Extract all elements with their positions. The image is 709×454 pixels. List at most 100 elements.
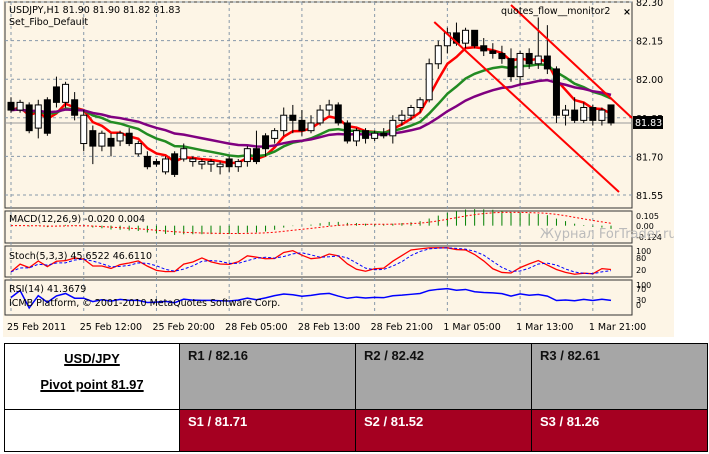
time-tick-label: 1 Mar 13:00 — [516, 322, 573, 333]
price-chart[interactable]: 82.3082.1582.0081.8581.7081.5525 Feb 201… — [3, 0, 677, 337]
time-tick-label: 25 Feb 2011 — [7, 322, 66, 333]
candle-body — [16, 101, 24, 111]
time-tick-label: 25 Feb 12:00 — [80, 322, 142, 333]
current-price-label: 81.83 — [635, 118, 662, 129]
candle-body — [143, 155, 151, 168]
candle-body — [234, 161, 242, 168]
pivot-header-cell: USD/JPY Pivot point 81.97 — [4, 343, 180, 410]
candle-body — [498, 52, 506, 60]
candle-body — [480, 45, 488, 52]
candle-body — [7, 101, 15, 111]
template-name: Set_Fibo_Default — [9, 17, 88, 28]
candle-body — [534, 55, 542, 65]
candle-body — [107, 137, 115, 147]
s2-cell: S2 / 81.52 — [355, 409, 532, 452]
candle-body — [352, 130, 360, 142]
candle-body — [71, 99, 79, 116]
pivot-point-label: Pivot point 81.97 — [40, 377, 144, 392]
candle-body — [25, 104, 33, 132]
candle-body — [280, 114, 288, 132]
candle-body — [489, 50, 497, 54]
candle-body — [198, 161, 206, 165]
candle-body — [216, 163, 224, 168]
candle-body — [52, 86, 60, 103]
candle-body — [543, 55, 551, 70]
candle-body — [343, 122, 351, 142]
r3-cell: R3 / 82.61 — [531, 343, 708, 410]
candle-body — [171, 153, 179, 175]
stoch-scale-label: 80 — [636, 254, 646, 263]
empty-cell — [4, 409, 180, 452]
candle-body — [434, 45, 442, 65]
candle-body — [289, 114, 297, 121]
pivot-table: USD/JPY Pivot point 81.97 R1 / 82.16 R2 … — [4, 343, 708, 452]
time-tick-label: 28 Feb 21:00 — [371, 322, 433, 333]
candle-body — [562, 109, 570, 116]
rsi-scale-label: 0 — [636, 301, 641, 310]
r1-cell: R1 / 82.16 — [179, 343, 356, 410]
price-tick-label: 81.55 — [636, 191, 663, 202]
price-tick-label: 82.15 — [636, 37, 663, 48]
candle-body — [471, 29, 479, 47]
candle-body — [571, 109, 579, 121]
r2-cell: R2 / 82.42 — [355, 343, 532, 410]
candle-body — [380, 132, 388, 137]
candle-body — [271, 130, 279, 139]
candle-body — [462, 29, 470, 44]
candle-body — [62, 83, 70, 103]
candle-body — [607, 104, 615, 124]
candle-body — [298, 119, 306, 132]
candle-body — [580, 107, 588, 121]
candle-body — [125, 132, 133, 145]
pair-label: USD/JPY — [64, 351, 120, 366]
candle-body — [225, 158, 233, 168]
candle-body — [152, 161, 160, 165]
price-tick-label: 82.30 — [636, 0, 663, 9]
candle-body — [162, 158, 170, 173]
candle-body — [243, 148, 251, 163]
candle-body — [516, 52, 524, 78]
candle-body — [389, 119, 397, 137]
chart-canvas[interactable]: 82.3082.1582.0081.8581.7081.5525 Feb 201… — [3, 0, 677, 337]
candle-body — [180, 148, 188, 160]
candle-body — [307, 122, 315, 132]
candle-body — [598, 109, 606, 121]
candle-body — [507, 58, 515, 78]
candle-body — [89, 130, 97, 147]
price-tick-label: 81.70 — [636, 152, 663, 163]
candle-body — [589, 107, 597, 121]
candle-body — [362, 130, 370, 139]
candle-body — [43, 99, 51, 134]
candle-body — [407, 107, 415, 116]
macd-label: MACD(12,26,9) -0.020 0.004 — [9, 214, 145, 225]
candle-body — [425, 63, 433, 101]
stoch-scale-label: 20 — [636, 266, 646, 275]
candle-body — [316, 109, 324, 124]
close-x-icon[interactable]: × — [623, 7, 631, 18]
candle-body — [252, 148, 260, 163]
copyright: ICMB Platform, © 2001-2010 MetaQuotes So… — [9, 298, 280, 309]
candle-body — [398, 114, 406, 121]
time-tick-label: 1 Mar 21:00 — [589, 322, 646, 333]
candle-body — [98, 132, 106, 147]
candle-body — [134, 143, 142, 155]
time-tick-label: 1 Mar 05:00 — [443, 322, 500, 333]
candle-body — [416, 99, 424, 109]
expert-name: quotes_flow__monitor2 — [501, 6, 610, 17]
s3-cell: S3 / 81.26 — [531, 409, 708, 452]
candle-body — [262, 135, 270, 150]
candle-body — [116, 132, 124, 142]
candle-body — [325, 104, 333, 111]
candle-body — [207, 161, 215, 165]
candle-body — [552, 68, 560, 116]
candle-body — [371, 132, 379, 139]
time-tick-label: 28 Feb 13:00 — [298, 322, 360, 333]
time-tick-label: 25 Feb 20:00 — [152, 322, 214, 333]
candle-body — [34, 104, 42, 129]
candle-body — [334, 104, 342, 124]
candle-body — [525, 52, 533, 65]
macd-scale-label: 0.105 — [636, 212, 659, 221]
chart-title: USDJPY,H1 81.90 81.90 81.82 81.83 — [9, 5, 181, 16]
rsi-scale-label: 70 — [636, 285, 646, 294]
time-tick-label: 28 Feb 05:00 — [225, 322, 287, 333]
